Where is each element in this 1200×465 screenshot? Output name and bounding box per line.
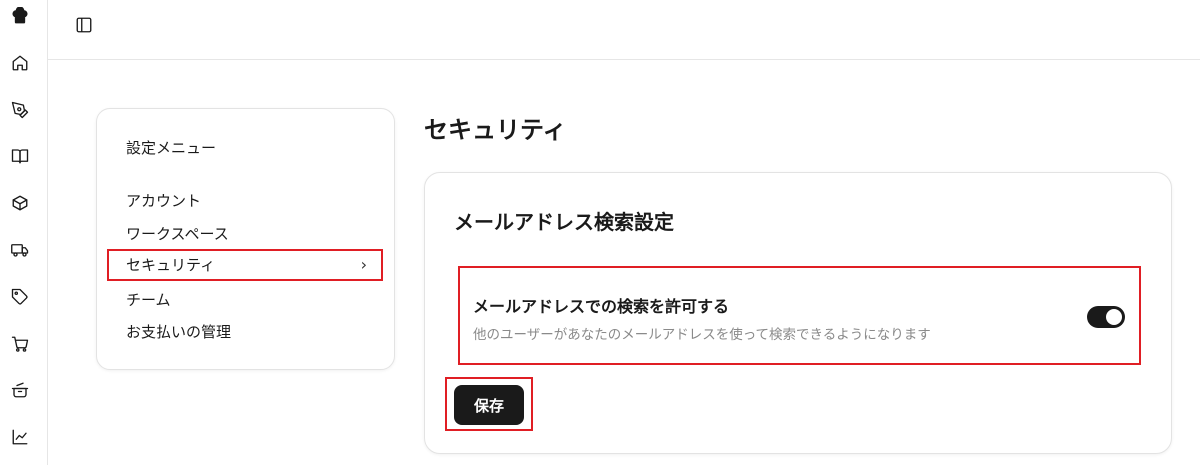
setting-description: 他のユーザーがあなたのメールアドレスを使って検索できるようになります	[473, 327, 931, 343]
menu-item-workspace[interactable]: ワークスペース	[109, 219, 381, 249]
menu-item-label: セキュリティ	[126, 256, 216, 274]
chevron-right-icon: ›	[360, 255, 367, 274]
save-button-highlight: 保存	[445, 377, 533, 431]
book-icon[interactable]	[10, 146, 30, 166]
sidebar-toggle-icon[interactable]	[74, 15, 94, 35]
menu-item-team[interactable]: チーム	[109, 285, 381, 315]
menu-item-label: ワークスペース	[126, 225, 229, 243]
menu-item-label: チーム	[126, 291, 171, 309]
chef-hat-icon[interactable]	[10, 6, 30, 26]
email-search-setting-row: メールアドレスでの検索を許可する 他のユーザーがあなたのメールアドレスを使って検…	[458, 266, 1141, 365]
toggle-knob	[1106, 309, 1122, 325]
menu-item-account[interactable]: アカウント	[109, 186, 381, 216]
menu-item-billing[interactable]: お支払いの管理	[109, 317, 381, 347]
save-button[interactable]: 保存	[454, 385, 524, 425]
page-title: セキュリティ	[424, 116, 567, 144]
package-icon[interactable]	[10, 193, 30, 213]
tag-icon[interactable]	[10, 287, 30, 307]
pot-icon[interactable]	[10, 380, 30, 400]
menu-item-security[interactable]: セキュリティ ›	[107, 249, 383, 281]
email-search-toggle[interactable]	[1087, 306, 1125, 328]
menu-item-label: アカウント	[126, 192, 202, 210]
cart-icon[interactable]	[10, 334, 30, 354]
settings-menu: 設定メニュー アカウント ワークスペース セキュリティ › チーム お支払いの管…	[96, 108, 395, 370]
email-search-settings-card: メールアドレス検索設定 メールアドレスでの検索を許可する 他のユーザーがあなたの…	[424, 172, 1172, 454]
icon-rail	[0, 0, 48, 465]
pen-icon[interactable]	[10, 100, 30, 120]
menu-item-label: お支払いの管理	[126, 323, 232, 341]
truck-icon[interactable]	[10, 240, 30, 260]
setting-label: メールアドレスでの検索を許可する	[473, 297, 730, 316]
home-icon[interactable]	[10, 53, 30, 73]
top-bar	[48, 0, 1200, 60]
section-title: メールアドレス検索設定	[454, 210, 674, 234]
chart-icon[interactable]	[10, 427, 30, 447]
settings-menu-title: 設定メニュー	[126, 139, 217, 157]
